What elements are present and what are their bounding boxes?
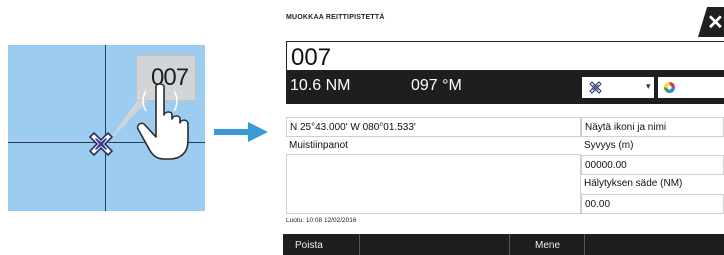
delete-button[interactable]: Poista <box>283 234 359 255</box>
distance-value: 10.6 NM <box>290 77 351 94</box>
alarm-radius-value: 00.00 <box>585 199 611 210</box>
dialog-action-bar: Poista Mene <box>283 234 724 255</box>
edit-waypoint-dialog: MUOKKAA REITTIPISTETTÄ ✕ 007 10.6 NM 097… <box>283 0 724 255</box>
show-icon-name-select[interactable]: Näytä ikoni ja nimi <box>581 117 724 137</box>
waypoint-icon[interactable] <box>88 131 114 157</box>
notes-textarea[interactable] <box>286 154 581 214</box>
close-button[interactable]: ✕ <box>698 7 724 37</box>
depth-input[interactable]: 00000.00 <box>581 155 724 175</box>
divider <box>584 234 585 255</box>
chart-illustration: 007 x1 <box>8 45 205 211</box>
waypoint-symbol-icon <box>589 81 602 94</box>
show-option-value: Näytä ikoni ja nimi <box>585 122 667 133</box>
divider <box>359 234 360 255</box>
alarm-radius-input[interactable]: 00.00 <box>581 194 724 214</box>
hand-tap-icon <box>136 83 189 160</box>
dropdown-arrow-icon: ▾ <box>646 81 651 91</box>
bearing-value: 097 °M <box>411 77 462 94</box>
alarm-radius-label: Hälytyksen säde (NM) <box>584 178 683 189</box>
delete-button-label: Poista <box>295 240 323 251</box>
arrow-right-icon <box>214 122 268 142</box>
info-bar: 10.6 NM 097 °M ▾ <box>286 71 724 104</box>
dialog-titlebar: MUOKKAA REITTIPISTETTÄ ✕ <box>283 0 724 37</box>
position-value: N 25°43.000' W 080°01.533' <box>290 122 416 133</box>
notes-label: Muistiinpanot <box>289 140 348 151</box>
color-wheel-icon <box>664 82 675 93</box>
waypoint-name-input[interactable]: 007 <box>286 41 724 71</box>
close-icon: ✕ <box>707 12 724 34</box>
waypoint-name-value: 007 <box>291 44 332 71</box>
goto-button-label: Mene <box>535 240 561 251</box>
dialog-title: MUOKKAA REITTIPISTETTÄ <box>286 14 385 21</box>
color-selector[interactable] <box>658 77 724 98</box>
created-timestamp: Luotu: 10:08 12/02/2016 <box>286 217 357 224</box>
position-field[interactable]: N 25°43.000' W 080°01.533' <box>286 117 581 137</box>
goto-button[interactable]: Mene <box>510 234 584 255</box>
depth-value: 00000.00 <box>585 160 627 171</box>
icon-selector[interactable]: ▾ <box>582 77 654 98</box>
depth-label: Syvyys (m) <box>584 140 634 151</box>
tap-count-label: x1 <box>166 122 179 136</box>
